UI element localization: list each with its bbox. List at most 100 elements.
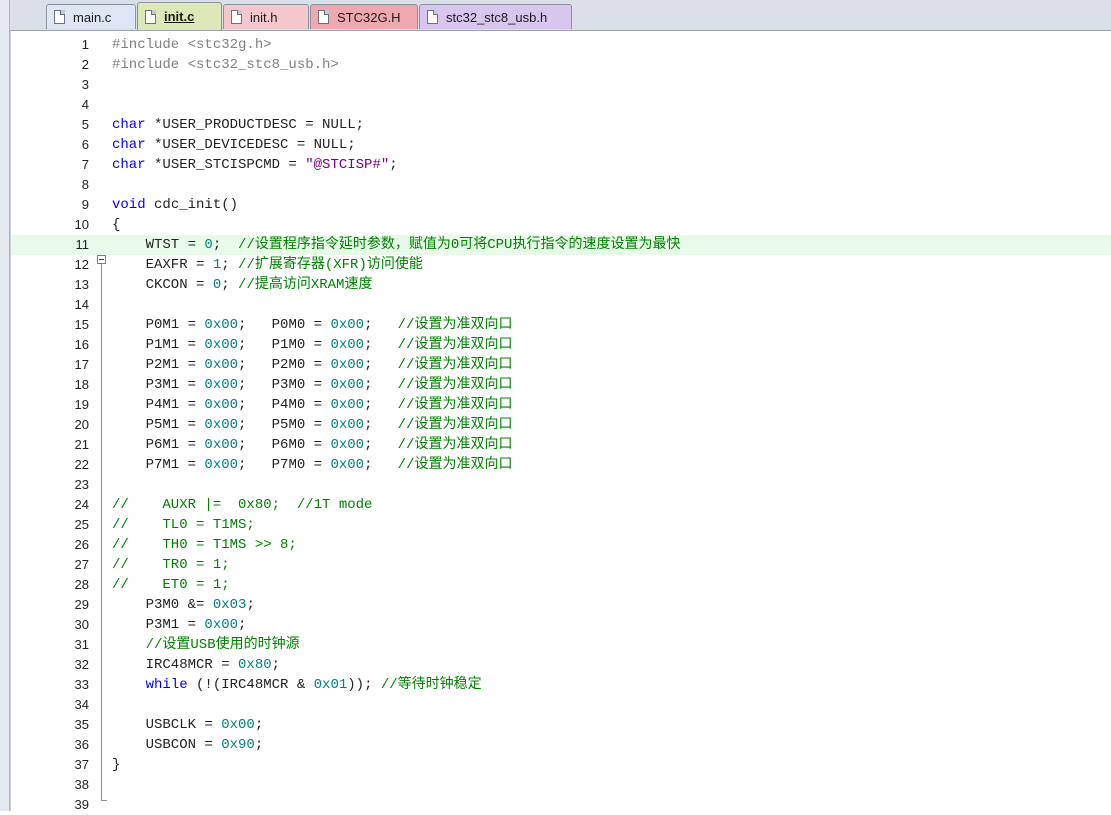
code-line[interactable]: 12 EAXFR = 1; //扩展寄存器(XFR)访问使能 bbox=[11, 255, 1111, 275]
code-text: CKCON = 0; //提高访问XRAM速度 bbox=[112, 277, 373, 293]
code-line[interactable]: 5 char *USER_PRODUCTDESC = NULL; bbox=[11, 115, 1111, 135]
code-line[interactable]: 32 IRC48MCR = 0x80; bbox=[11, 655, 1111, 675]
code-line[interactable]: 37} bbox=[11, 755, 1111, 775]
code-text: char *USER_PRODUCTDESC = NULL; bbox=[112, 117, 365, 133]
code-line[interactable]: 27 // TR0 = 1; bbox=[11, 555, 1111, 575]
code-line[interactable]: 33 while (!(IRC48MCR & 0x01)); //等待时钟稳定 bbox=[11, 675, 1111, 695]
code-line[interactable]: 34 bbox=[11, 695, 1111, 715]
code-line[interactable]: 16 P1M1 = 0x00; P1M0 = 0x00; //设置为准双向口 bbox=[11, 335, 1111, 355]
code-text: WTST = 0; //设置程序指令延时参数，赋值为0可将CPU执行指令的速度设… bbox=[112, 237, 681, 253]
line-number: 5 bbox=[81, 117, 89, 132]
code-editor[interactable]: 1 #include <stc32g.h> 2 #include <stc32_stc… bbox=[10, 31, 1111, 812]
code-line[interactable]: 19 P4M1 = 0x00; P4M0 = 0x00; //设置为准双向口 bbox=[11, 395, 1111, 415]
line-number: 30 bbox=[74, 617, 89, 632]
code-text: // AUXR |= 0x80; //1T mode bbox=[112, 497, 373, 513]
code-text: P7M1 = 0x00; P7M0 = 0x00; //设置为准双向口 bbox=[112, 457, 513, 473]
code-line[interactable]: 35 USBCLK = 0x00; bbox=[11, 715, 1111, 735]
tab-main-c[interactable]: main.c bbox=[46, 4, 136, 29]
window-left-border bbox=[0, 0, 10, 811]
file-tab-bar: main.c init.c init.h STC32G.H stc32_stc8… bbox=[10, 0, 1111, 31]
code-line[interactable]: 28 // ET0 = 1; bbox=[11, 575, 1111, 595]
code-line[interactable]: 1 #include <stc32g.h> bbox=[11, 35, 1111, 55]
code-text: P6M1 = 0x00; P6M0 = 0x00; //设置为准双向口 bbox=[112, 437, 513, 453]
fold-end-marker bbox=[101, 800, 107, 801]
code-line[interactable]: 13 CKCON = 0; //提高访问XRAM速度 bbox=[11, 275, 1111, 295]
tab-init-c[interactable]: init.c bbox=[137, 2, 222, 30]
code-line[interactable]: 31 //设置USB使用的时钟源 bbox=[11, 635, 1111, 655]
code-line[interactable]: 38 bbox=[11, 775, 1111, 795]
code-text: void cdc_init() bbox=[112, 197, 239, 213]
code-text: P2M1 = 0x00; P2M0 = 0x00; //设置为准双向口 bbox=[112, 357, 513, 373]
code-line[interactable]: 22 P7M1 = 0x00; P7M0 = 0x00; //设置为准双向口 bbox=[11, 455, 1111, 475]
code-line[interactable]: 9 void cdc_init() bbox=[11, 195, 1111, 215]
line-number: 20 bbox=[74, 417, 89, 432]
code-line[interactable]: 4 bbox=[11, 95, 1111, 115]
code-line[interactable]: 20 P5M1 = 0x00; P5M0 = 0x00; //设置为准双向口 bbox=[11, 415, 1111, 435]
line-number: 7 bbox=[81, 157, 89, 172]
code-line[interactable]: 14 bbox=[11, 295, 1111, 315]
tab-stc32-stc8-usb-h[interactable]: stc32_stc8_usb.h bbox=[419, 4, 572, 29]
line-number: 35 bbox=[74, 717, 89, 732]
code-line[interactable]: 23 bbox=[11, 475, 1111, 495]
code-line[interactable]: 30 P3M1 = 0x00; bbox=[11, 615, 1111, 635]
line-number: 2 bbox=[81, 57, 89, 72]
code-text: USBCLK = 0x00; bbox=[112, 717, 264, 733]
code-line[interactable]: 10 { bbox=[11, 215, 1111, 235]
line-number: 22 bbox=[74, 457, 89, 472]
line-number: 6 bbox=[81, 137, 89, 152]
code-line[interactable]: 8 bbox=[11, 175, 1111, 195]
code-line[interactable]: 3 bbox=[11, 75, 1111, 95]
code-line[interactable]: 18 P3M1 = 0x00; P3M0 = 0x00; //设置为准双向口 bbox=[11, 375, 1111, 395]
code-line[interactable]: 17 P2M1 = 0x00; P2M0 = 0x00; //设置为准双向口 bbox=[11, 355, 1111, 375]
code-text: // ET0 = 1; bbox=[112, 577, 230, 593]
code-line[interactable]: 36 USBCON = 0x90; bbox=[11, 735, 1111, 755]
line-number: 8 bbox=[81, 177, 89, 192]
tab-init-h[interactable]: init.h bbox=[223, 4, 309, 29]
code-line[interactable]: 26 // TH0 = T1MS >> 8; bbox=[11, 535, 1111, 555]
line-number: 18 bbox=[74, 377, 89, 392]
line-number: 19 bbox=[74, 397, 89, 412]
code-text: IRC48MCR = 0x80; bbox=[112, 657, 281, 673]
code-text: // TR0 = 1; bbox=[112, 557, 230, 573]
code-text: P3M1 = 0x00; bbox=[112, 617, 247, 633]
code-text: #include <stc32g.h> bbox=[112, 37, 272, 53]
line-number: 10 bbox=[74, 217, 89, 232]
code-line[interactable]: 25 // TL0 = T1MS; bbox=[11, 515, 1111, 535]
code-line[interactable]: 7 char *USER_STCISPCMD = "@STCISP#"; bbox=[11, 155, 1111, 175]
code-text: } bbox=[112, 757, 121, 773]
code-line[interactable]: 29 P3M0 &= 0x03; bbox=[11, 595, 1111, 615]
line-number: 21 bbox=[74, 437, 89, 452]
code-line[interactable]: 15 P0M1 = 0x00; P0M0 = 0x00; //设置为准双向口 bbox=[11, 315, 1111, 335]
line-number: 39 bbox=[74, 797, 89, 812]
line-number: 37 bbox=[74, 757, 89, 772]
code-text: USBCON = 0x90; bbox=[112, 737, 264, 753]
code-text: P1M1 = 0x00; P1M0 = 0x00; //设置为准双向口 bbox=[112, 337, 513, 353]
line-number: 11 bbox=[75, 237, 90, 252]
code-text: // TL0 = T1MS; bbox=[112, 517, 255, 533]
tab-label: stc32_stc8_usb.h bbox=[446, 9, 548, 25]
line-number: 13 bbox=[74, 277, 89, 292]
code-text: P4M1 = 0x00; P4M0 = 0x00; //设置为准双向口 bbox=[112, 397, 513, 413]
line-number: 38 bbox=[74, 777, 89, 792]
code-line[interactable]: 6 char *USER_DEVICEDESC = NULL; bbox=[11, 135, 1111, 155]
line-number: 32 bbox=[74, 657, 89, 672]
tab-label: init.c bbox=[164, 9, 195, 24]
code-line[interactable]: 11 WTST = 0; //设置程序指令延时参数，赋值为0可将CPU执行指令的… bbox=[11, 235, 1111, 255]
code-text: char *USER_DEVICEDESC = NULL; bbox=[112, 137, 356, 153]
code-line[interactable]: 21 P6M1 = 0x00; P6M0 = 0x00; //设置为准双向口 bbox=[11, 435, 1111, 455]
code-line[interactable]: 24 // AUXR |= 0x80; //1T mode bbox=[11, 495, 1111, 515]
code-line[interactable]: 2 #include <stc32_stc8_usb.h> bbox=[11, 55, 1111, 75]
code-line[interactable]: 39 bbox=[11, 795, 1111, 815]
line-number: 27 bbox=[74, 557, 89, 572]
tab-stc32g-h[interactable]: STC32G.H bbox=[310, 4, 418, 29]
fold-collapse-icon[interactable] bbox=[97, 255, 106, 264]
line-number: 28 bbox=[74, 577, 89, 592]
line-number: 4 bbox=[81, 97, 89, 112]
line-number: 17 bbox=[74, 357, 89, 372]
line-number: 12 bbox=[74, 257, 89, 272]
code-text: P3M0 &= 0x03; bbox=[112, 597, 255, 613]
file-icon bbox=[318, 10, 329, 24]
code-text: while (!(IRC48MCR & 0x01)); //等待时钟稳定 bbox=[145, 677, 482, 693]
line-number: 15 bbox=[74, 317, 89, 332]
file-icon bbox=[231, 10, 242, 24]
